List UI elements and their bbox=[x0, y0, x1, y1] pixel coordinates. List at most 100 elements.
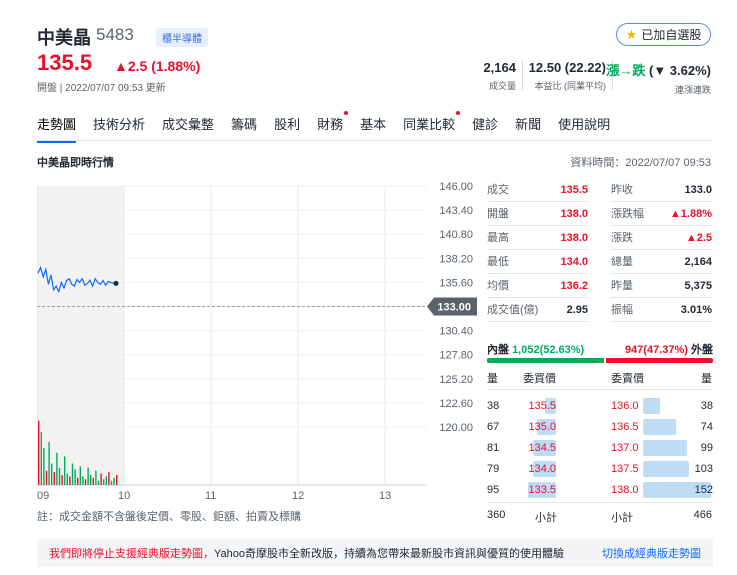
x-tick-label: 13 bbox=[379, 490, 391, 502]
book-bid: 134.0 bbox=[528, 463, 556, 475]
y-tick-label: 122.60 bbox=[439, 398, 473, 410]
quote-row-right: 昨收 133.0 bbox=[611, 180, 712, 200]
watchlist-button[interactable]: ★ 已加自選股 bbox=[616, 23, 711, 46]
section-title: 中美晶即時行情 bbox=[37, 157, 114, 169]
stat-pe-label: 本益比 (同業平均) bbox=[534, 81, 607, 91]
quote-value: 2,164 bbox=[684, 256, 712, 268]
quote-value: 134.0 bbox=[560, 256, 588, 268]
row-divider bbox=[487, 249, 588, 250]
book-ask: 138.0 bbox=[611, 484, 639, 496]
chart-note: 註：成交金額不含盤後定價、零股、鉅額、拍賣及標購 bbox=[37, 511, 301, 523]
book-bid: 135.0 bbox=[528, 421, 556, 433]
quote-row-left: 最低 134.0 bbox=[487, 252, 588, 272]
book-header: 委賣價 bbox=[611, 373, 644, 385]
stat-streak-label: 連漲連跌 bbox=[674, 85, 711, 95]
current-price: 135.5 bbox=[37, 50, 93, 75]
watchlist-label: 已加自選股 bbox=[641, 28, 702, 42]
row-divider bbox=[611, 321, 712, 322]
quote-row-left: 成交值(億) 2.95 bbox=[487, 300, 588, 320]
row-divider bbox=[487, 273, 588, 274]
quote-value: 133.0 bbox=[684, 184, 712, 196]
inner-label: 內盤 bbox=[487, 344, 509, 356]
quote-value: ▲2.5 bbox=[685, 232, 712, 244]
volume-bar bbox=[43, 447, 45, 485]
volume-bar bbox=[58, 467, 61, 485]
volume-bar bbox=[61, 474, 63, 485]
row-divider bbox=[611, 297, 712, 298]
inner-ratio-bar bbox=[487, 358, 604, 363]
volume-bar bbox=[90, 474, 92, 485]
quote-value: 138.0 bbox=[560, 208, 588, 220]
quote-label: 昨收 bbox=[611, 184, 633, 196]
quote-value: 135.5 bbox=[560, 184, 588, 196]
y-tick-label: 135.60 bbox=[439, 277, 473, 289]
tab-6[interactable]: 基本 bbox=[360, 114, 386, 143]
ask-depth-bar bbox=[643, 461, 689, 477]
inner-value: 1,052(52.63%) bbox=[512, 344, 585, 356]
intraday-chart[interactable]: 146.00 143.40 140.80 138.20 135.60 130.40 127.… bbox=[37, 180, 477, 506]
book-row: 38 135.5 136.0 38 bbox=[487, 396, 713, 416]
quote-row-right: 昨量 5,375 bbox=[611, 276, 712, 296]
stock-code: 5483 bbox=[96, 25, 134, 44]
price-change: ▲2.5 (1.88%) bbox=[114, 58, 201, 74]
tab-7[interactable]: 同業比較 bbox=[403, 111, 461, 143]
tab-3[interactable]: 籌碼 bbox=[231, 114, 257, 143]
stat-volume-label: 成交量 bbox=[488, 81, 516, 91]
outer-label: 外盤 bbox=[691, 344, 713, 356]
volume-bar bbox=[45, 470, 48, 485]
tab-8[interactable]: 健診 bbox=[472, 114, 498, 143]
quote-label: 最高 bbox=[487, 232, 509, 244]
row-divider bbox=[487, 297, 588, 298]
stat-streak: 漲→跌 (▼ 3.62%) 連漲連跌 bbox=[606, 60, 711, 96]
industry-tag[interactable]: 櫃半導體 bbox=[156, 28, 208, 47]
quote-value: 5,375 bbox=[684, 280, 712, 292]
book-row: 95 133.5 138.0 152 bbox=[487, 480, 713, 500]
book-ask-vol: 38 bbox=[700, 400, 713, 412]
volume-bar bbox=[64, 456, 66, 485]
book-ask: 137.0 bbox=[611, 442, 639, 454]
star-icon: ★ bbox=[625, 26, 638, 42]
quote-label: 成交值(億) bbox=[487, 304, 539, 316]
notice-body: Yahoo奇摩股市全新改版，持續為您帶來最新股市資訊與優質的使用體驗 bbox=[214, 548, 564, 560]
y-tick-label: 120.00 bbox=[439, 422, 473, 434]
switch-classic-chart-link[interactable]: 切換成經典版走勢圖 bbox=[602, 545, 701, 561]
tab-1[interactable]: 技術分析 bbox=[93, 114, 145, 143]
quote-label: 昨量 bbox=[611, 280, 633, 292]
volume-bar bbox=[95, 470, 97, 485]
tab-0[interactable]: 走勢圖 bbox=[37, 114, 77, 143]
tab-9[interactable]: 新聞 bbox=[515, 114, 541, 143]
tab-5[interactable]: 財務 bbox=[317, 111, 349, 143]
tab-10[interactable]: 使用說明 bbox=[558, 114, 610, 143]
stat-divider bbox=[522, 60, 523, 90]
ask-depth-bar bbox=[643, 440, 687, 456]
row-divider bbox=[487, 201, 588, 202]
volume-bar bbox=[103, 479, 105, 485]
volume-bar bbox=[82, 476, 84, 485]
volume-bar bbox=[77, 477, 79, 485]
last-price-dot bbox=[113, 280, 119, 286]
book-row: 79 134.0 137.5 103 bbox=[487, 459, 713, 479]
tab-4[interactable]: 股利 bbox=[274, 114, 300, 143]
book-header: 委買價 bbox=[523, 373, 556, 385]
volume-bar bbox=[97, 480, 100, 485]
total-ask-volume: 466 bbox=[693, 509, 712, 521]
book-ask-vol: 152 bbox=[694, 484, 713, 496]
quote-row-left: 均價 136.2 bbox=[487, 276, 588, 296]
book-bid: 135.5 bbox=[528, 400, 556, 412]
quote-label: 漲跌 bbox=[611, 232, 633, 244]
quote-row-right: 總量 2,164 bbox=[611, 252, 712, 272]
y-tick-label: 125.20 bbox=[439, 374, 473, 386]
row-divider bbox=[611, 225, 712, 226]
inner-volume: 內盤 1,052(52.63%) bbox=[487, 341, 584, 357]
book-header: 量 bbox=[487, 373, 498, 385]
book-bid-vol: 81 bbox=[487, 442, 500, 454]
quote-value: 136.2 bbox=[560, 280, 588, 292]
book-ask-vol: 74 bbox=[700, 421, 713, 433]
x-tick-label: 09 bbox=[37, 490, 49, 502]
x-tick-label: 10 bbox=[118, 490, 130, 502]
volume-bar bbox=[87, 467, 89, 485]
volume-bar bbox=[110, 480, 113, 485]
nav-divider bbox=[37, 140, 713, 141]
tab-2[interactable]: 成交彙整 bbox=[162, 114, 214, 143]
book-bid-vol: 79 bbox=[487, 463, 500, 475]
